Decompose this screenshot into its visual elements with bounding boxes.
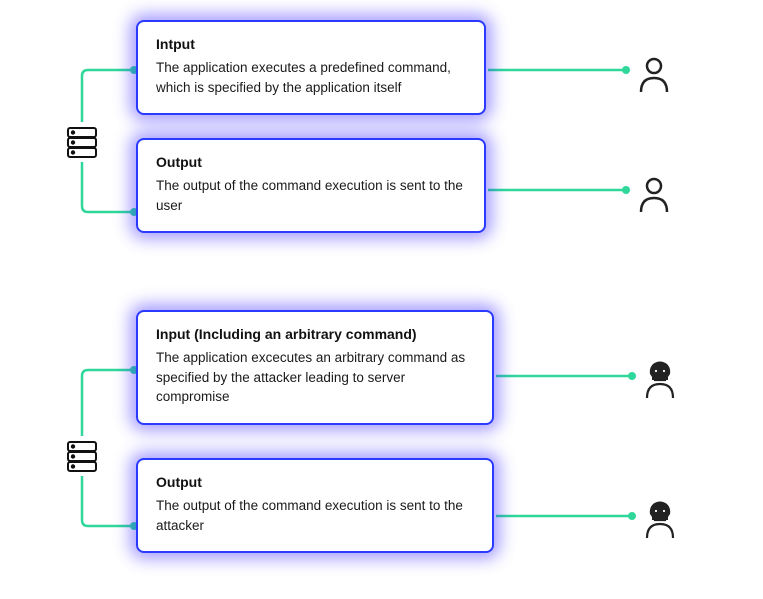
attacker-icon [644,500,676,538]
card-normal-input: Intput The application executes a predef… [136,20,486,115]
server-icon [64,124,100,160]
card-body: The application excecutes an arbitrary c… [156,348,474,407]
card-body: The output of the command execution is s… [156,176,466,215]
card-body: The application executes a predefined co… [156,58,466,97]
user-icon [638,176,670,214]
card-title: Output [156,474,474,490]
card-title: Intput [156,36,466,52]
server-icon [64,438,100,474]
card-normal-output: Output The output of the command executi… [136,138,486,233]
attacker-icon [644,360,676,398]
card-title: Input (Including an arbitrary command) [156,326,474,342]
user-icon [638,56,670,94]
card-attack-output: Output The output of the command executi… [136,458,494,553]
card-title: Output [156,154,466,170]
card-body: The output of the command execution is s… [156,496,474,535]
card-attack-input: Input (Including an arbitrary command) T… [136,310,494,425]
